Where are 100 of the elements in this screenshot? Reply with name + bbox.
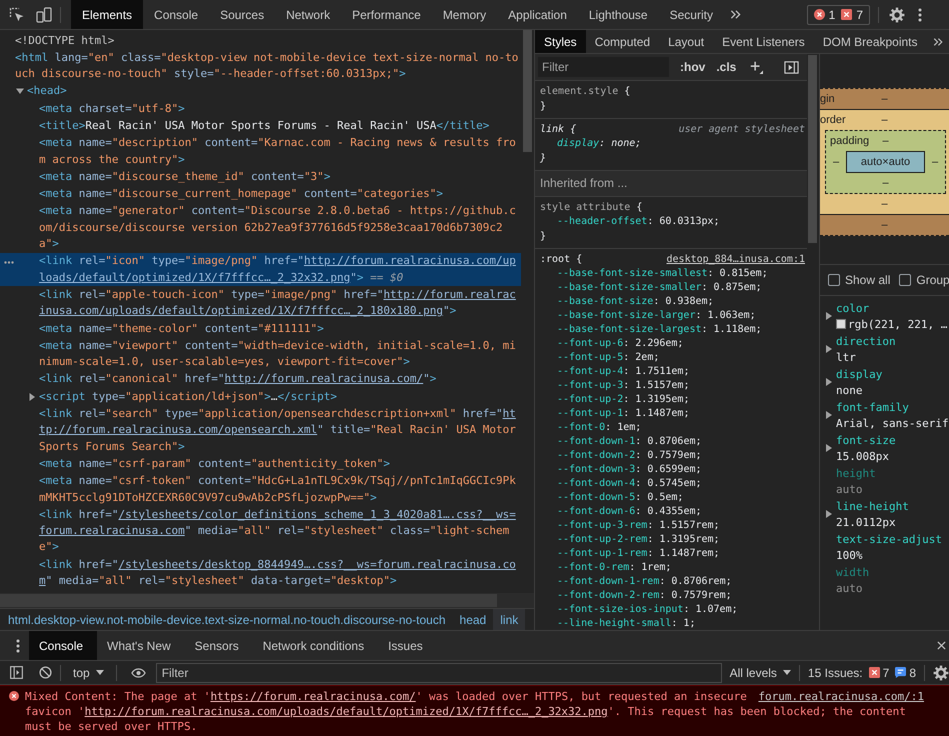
- url-link[interactable]: https://forum.realracinusa.com/: [210, 690, 416, 703]
- property-value: ltr: [836, 350, 856, 365]
- css-declaration: --font-up-4: 1.7511em;: [557, 365, 690, 379]
- filter-field[interactable]: Filter: [156, 662, 722, 682]
- panel-tab[interactable]: Lighthouse: [578, 0, 659, 29]
- dom-node[interactable]: <meta charset="utf-8">: [39, 100, 185, 118]
- kebab-menu-icon[interactable]: [16, 638, 20, 652]
- settings-icon[interactable]: [889, 6, 905, 22]
- css-declaration: --font-down-2-rem: 0.7579rem;: [557, 589, 732, 603]
- dom-node[interactable]: <link rel="apple-touch-icon" type="image/png" href="http://forum.realrac inusa.com/uploads/default/optimized/1X/f7fffcc…_2_180x180.png">: [39, 286, 516, 320]
- checkbox[interactable]: [899, 274, 912, 286]
- dom-node[interactable]: <link rel="canonical" href="http://forum.realracinusa.com/">: [39, 370, 436, 388]
- dom-node[interactable]: <meta name="csrf-param" content="authenticity_token">: [39, 455, 390, 473]
- panel-tab[interactable]: Console: [143, 0, 210, 29]
- collapsed-arrow-icon[interactable]: [826, 345, 832, 353]
- filter-field[interactable]: Filter: [538, 57, 669, 77]
- sidebar-toggle-icon[interactable]: [10, 666, 23, 679]
- kebab-menu-icon[interactable]: [918, 8, 922, 22]
- dom-node[interactable]: <meta name="generator" content="Discourse 2.8.0.beta6 - https://github.c om/discourse/discourse version 62b27ea9f377616d5f9258e3caa170d6b7309c2 a">: [39, 202, 516, 253]
- dom-node[interactable]: <link rel="search" type="application/opensearchdescription+xml" href="ht tp://forum.realracinusa.com/opensearch.xml" title="Real Racin' USA Motor Sports Forums Search">: [39, 406, 516, 456]
- dom-node[interactable]: <meta name="csrf-token" content="HdcG+La1nTL9Cx9k/TSqj//pnTc1mIqGGCIc9Pk mMKHT5cclg91DToHZCEXR60C9V97cu9wAb2cPSfLjozwpPw==">: [39, 472, 516, 506]
- dom-node[interactable]: <script type="application/ld+json">…</script>: [28, 388, 338, 406]
- breadcrumb[interactable]: head: [452, 609, 494, 630]
- sidebar-tab[interactable]: Event Listeners: [713, 30, 814, 53]
- panel-tab[interactable]: Application: [497, 0, 578, 29]
- collapsed-arrow-icon[interactable]: [826, 312, 832, 320]
- url-link[interactable]: http://forum.realracinusa.com/uploads/default/optimized/1X/f7fffcc…_2_32x32.png: [84, 705, 608, 718]
- toggle-button[interactable]: :hov: [680, 60, 706, 74]
- css-declaration: --font-up-1: 1.1487em;: [557, 407, 690, 421]
- issue-icon: [841, 9, 852, 20]
- dom-node[interactable]: <meta name="viewport" content="width=device-width, initial-scale=1.0, mi nimum-scale=1.0, user-scalable=yes, viewport-fit=cover">: [39, 337, 516, 371]
- ellipsis-icon[interactable]: [4, 260, 14, 264]
- closing-brace: }: [540, 152, 546, 166]
- scrollbar-thumb[interactable]: [0, 594, 497, 607]
- collapsed-arrow-icon[interactable]: [826, 510, 832, 518]
- dom-node[interactable]: <title>Real Racin' USA Motor Sports Forums - Real Racin' USA</title>: [39, 117, 490, 135]
- property-value: rgb(221, 221, …: [848, 316, 948, 332]
- breadcrumb[interactable]: html.desktop-view.not-mobile-device.text-size-normal.no-touch.discourse-no-touch: [1, 609, 453, 630]
- collapsed-arrow-icon[interactable]: [826, 411, 832, 419]
- context-dropdown[interactable]: top: [69, 666, 108, 680]
- dom-node[interactable]: <link href="/stylesheets/color_definitions_scheme_1_3_4020a81….css?__ws= forum.realracinusa.com" media="all" rel="stylesheet" class="light-schem e">: [39, 506, 516, 556]
- drawer-tab[interactable]: What's New: [97, 631, 185, 660]
- checkbox[interactable]: [828, 274, 840, 286]
- plus-icon[interactable]: [749, 60, 764, 74]
- collapsed-arrow-icon[interactable]: [826, 378, 832, 386]
- css-declaration: --font-up-3: 1.5157em;: [557, 379, 690, 393]
- scrollbar-thumb[interactable]: [808, 55, 817, 243]
- dom-node[interactable]: <html lang="en" class="desktop-view not-mobile-device text-size-normal no-to uch discourse-no-touch" style="--header-offset:60.0313px;">: [15, 49, 518, 83]
- breadcrumb[interactable]: link: [493, 609, 526, 630]
- toggle-button[interactable]: .cls: [716, 60, 736, 74]
- panel-tab[interactable]: Sources: [209, 0, 276, 29]
- double-chevron-icon[interactable]: [932, 36, 943, 46]
- drawer-tab[interactable]: Network conditions: [252, 631, 378, 660]
- sidebar-tab[interactable]: Styles: [535, 30, 586, 53]
- expanded-arrow-icon[interactable]: [16, 87, 24, 96]
- sidebar-tab[interactable]: Layout: [659, 30, 714, 53]
- issues-button[interactable]: 15 Issues: 7 8: [808, 666, 916, 680]
- scrollbar-thumb[interactable]: [523, 30, 532, 152]
- dom-node[interactable]: <link href="/stylesheets/desktop_8844949….css?__ws=forum.realracinusa.co m" media="all" rel="stylesheet" data-target="desktop">: [39, 556, 516, 590]
- source-link[interactable]: desktop_884…inusa.com:1: [666, 254, 805, 264]
- sidebar-toggle-icon[interactable]: [784, 60, 799, 74]
- drawer-tab[interactable]: Issues: [378, 631, 437, 660]
- panel-tab[interactable]: Elements: [71, 0, 144, 29]
- double-chevron-icon[interactable]: [730, 9, 741, 20]
- checkbox-label[interactable]: Show all: [845, 273, 890, 287]
- dom-node[interactable]: <!DOCTYPE html>: [15, 32, 114, 50]
- css-selector: style attribute {: [540, 202, 642, 212]
- closing-brace: }: [540, 100, 546, 114]
- error-icon: [9, 691, 19, 701]
- counters-button[interactable]: 1 7: [806, 4, 870, 24]
- levels-dropdown[interactable]: All levels: [730, 666, 791, 680]
- dom-node[interactable]: <meta name="discourse_theme_id" content="3">: [39, 168, 330, 186]
- dom-node[interactable]: <link rel="icon" type="image/png" href="http://forum.realracinusa.com/up loads/default/optimized/1X/f7fffcc…_2_32x32.png"> == $0: [0, 252, 521, 286]
- device-toolbar-icon[interactable]: [36, 6, 52, 22]
- dom-node[interactable]: <meta name="description" content="Karnac.com - Racing news & results fro m across the country">: [39, 134, 516, 168]
- sidebar-tab[interactable]: DOM Breakpoints: [814, 30, 927, 53]
- collapsed-arrow-icon[interactable]: [826, 444, 832, 452]
- box-value: –: [881, 198, 888, 210]
- panel-tab[interactable]: Performance: [341, 0, 432, 29]
- inspect-icon[interactable]: [9, 6, 25, 22]
- dom-node[interactable]: <head>: [16, 82, 67, 100]
- eye-icon[interactable]: [130, 668, 146, 678]
- collapsed-arrow-icon[interactable]: [28, 392, 36, 401]
- dom-node[interactable]: <meta name="discourse_current_homepage" content="categories">: [39, 186, 444, 203]
- clear-icon[interactable]: [39, 666, 52, 679]
- css-selector: element.style {: [540, 86, 630, 96]
- dom-node[interactable]: <meta name="theme-color" content="#111111">: [39, 320, 324, 338]
- css-declaration: --font-down-5: 0.5em;: [557, 491, 684, 505]
- settings-icon[interactable]: [933, 664, 949, 680]
- box-value: –: [882, 135, 889, 147]
- close-icon[interactable]: [937, 641, 946, 650]
- sidebar-tab[interactable]: Computed: [586, 30, 660, 53]
- source-link[interactable]: forum.realracinusa.com/:1: [758, 689, 924, 704]
- panel-tab[interactable]: Network: [275, 0, 342, 29]
- panel-tab[interactable]: Security: [658, 0, 724, 29]
- panel-tab[interactable]: Memory: [432, 0, 498, 29]
- drawer-tab[interactable]: Console: [29, 631, 98, 660]
- drawer-tab[interactable]: Sensors: [184, 631, 253, 660]
- checkbox-label[interactable]: Group: [916, 273, 949, 287]
- property-name: font-size: [836, 433, 896, 448]
